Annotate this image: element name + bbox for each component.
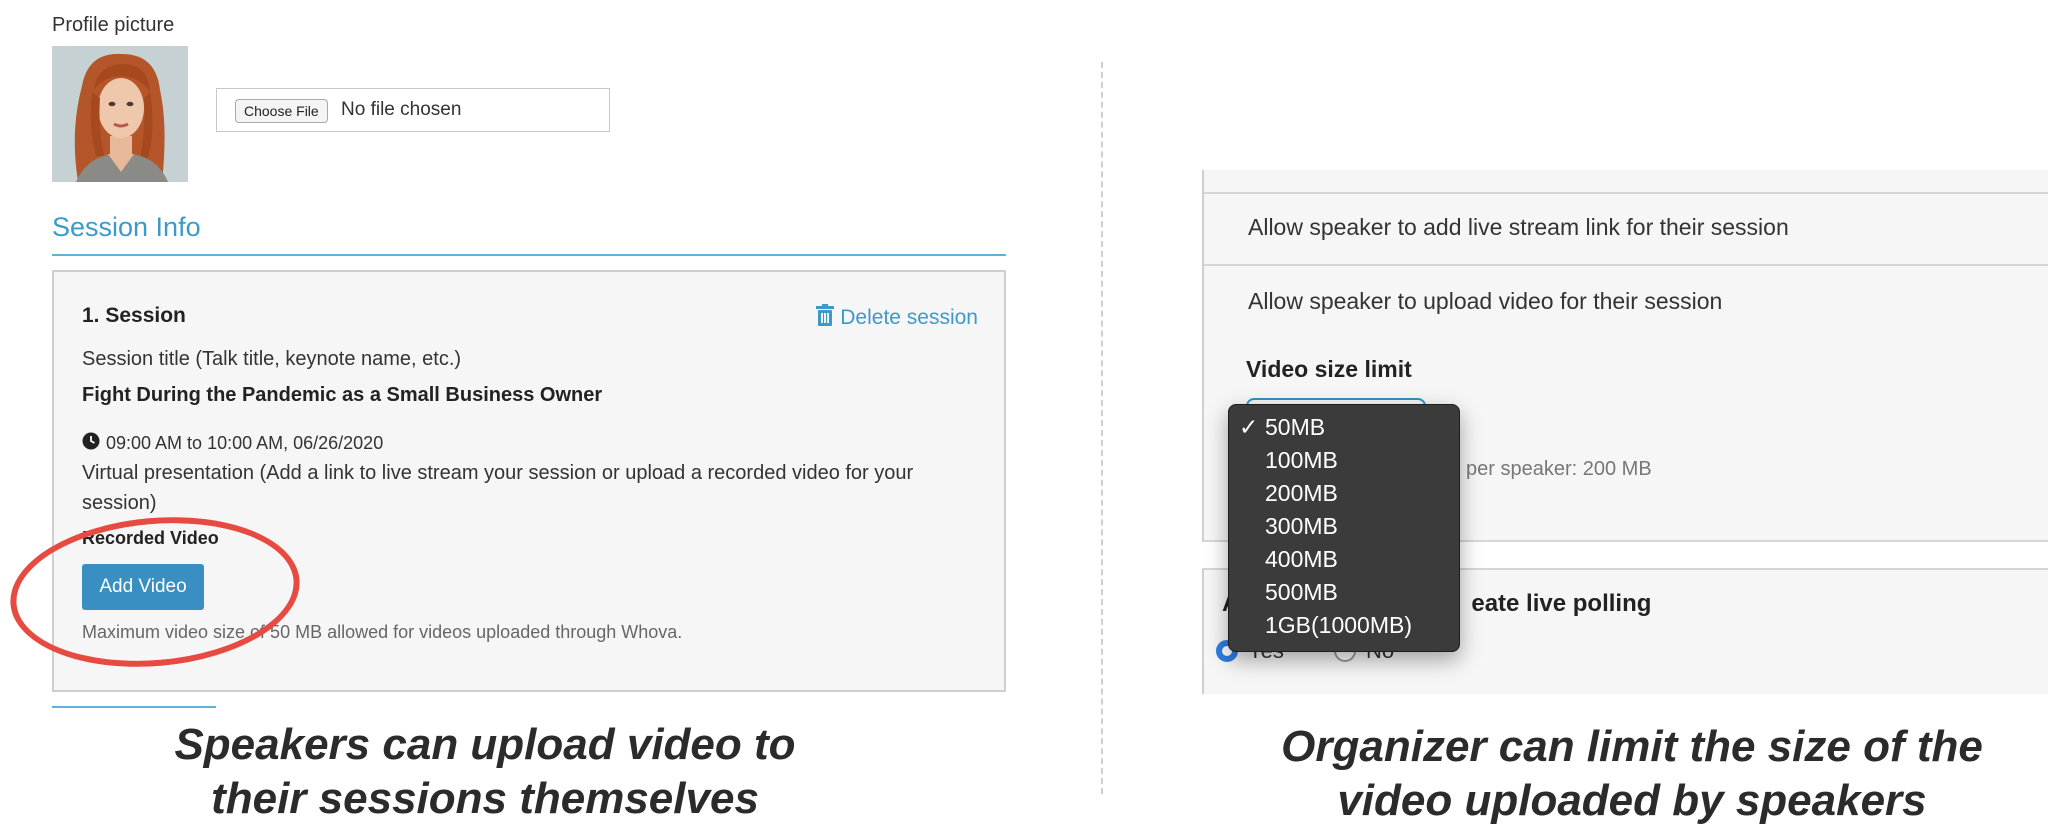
profile-picture-file-input[interactable]: Choose File No file chosen xyxy=(216,88,610,132)
per-speaker-note: per speaker: 200 MB xyxy=(1466,458,1652,480)
delete-session-link[interactable]: Delete session xyxy=(816,304,978,332)
clock-icon xyxy=(82,432,100,455)
dropdown-option-100mb[interactable]: 100MB xyxy=(1229,444,1459,477)
left-caption: Speakers can upload video to their sessi… xyxy=(90,718,880,826)
right-caption: Organizer can limit the size of the vide… xyxy=(1222,720,2042,828)
setting-live-stream-label: Allow speaker to add live stream link fo… xyxy=(1248,214,1789,240)
profile-picture-label: Profile picture xyxy=(52,14,175,36)
section-divider xyxy=(52,254,1006,256)
session-title-label: Session title (Talk title, keynote name,… xyxy=(82,348,462,370)
session-title-value: Fight During the Pandemic as a Small Bus… xyxy=(82,384,603,406)
choose-file-button[interactable]: Choose File xyxy=(235,99,328,123)
dropdown-option-500mb[interactable]: 500MB xyxy=(1229,576,1459,609)
check-icon: ✓ xyxy=(1239,414,1259,440)
file-status-text: No file chosen xyxy=(341,99,462,120)
section-divider-partial xyxy=(52,706,216,708)
right-caption-line-1: Organizer can limit the size of the xyxy=(1281,722,1983,771)
left-caption-line-1: Speakers can upload video to xyxy=(174,720,796,769)
left-caption-line-2: their sessions themselves xyxy=(211,774,759,823)
session-time-text: 09:00 AM to 10:00 AM, 06/26/2020 xyxy=(106,433,384,453)
trash-icon xyxy=(816,304,835,332)
dropdown-option-1gb[interactable]: 1GB(1000MB) xyxy=(1229,609,1459,642)
right-caption-line-2: video uploaded by speakers xyxy=(1337,776,1927,825)
video-size-dropdown-menu: ✓ 50MB 100MB 200MB 300MB 400MB 500MB 1GB… xyxy=(1228,404,1460,652)
dropdown-option-200mb[interactable]: 200MB xyxy=(1229,477,1459,510)
dropdown-option-300mb[interactable]: 300MB xyxy=(1229,510,1459,543)
setting-live-stream-link[interactable]: Allow speaker to add live stream link fo… xyxy=(1204,192,2048,264)
video-size-limit-label: Video size limit xyxy=(1246,356,1412,382)
panel-divider xyxy=(1101,62,1103,794)
virtual-presentation-description: Virtual presentation (Add a link to live… xyxy=(82,462,914,514)
session-number: 1. Session xyxy=(82,304,186,327)
section-heading: Session Info xyxy=(52,212,201,242)
avatar xyxy=(52,46,188,182)
session-time: 09:00 AM to 10:00 AM, 06/26/2020 xyxy=(82,432,383,455)
delete-session-label: Delete session xyxy=(840,306,978,329)
dropdown-option-400mb[interactable]: 400MB xyxy=(1229,543,1459,576)
dropdown-option-50mb[interactable]: ✓ 50MB xyxy=(1229,411,1459,444)
setting-upload-video-label: Allow speaker to upload video for their … xyxy=(1248,288,1723,314)
